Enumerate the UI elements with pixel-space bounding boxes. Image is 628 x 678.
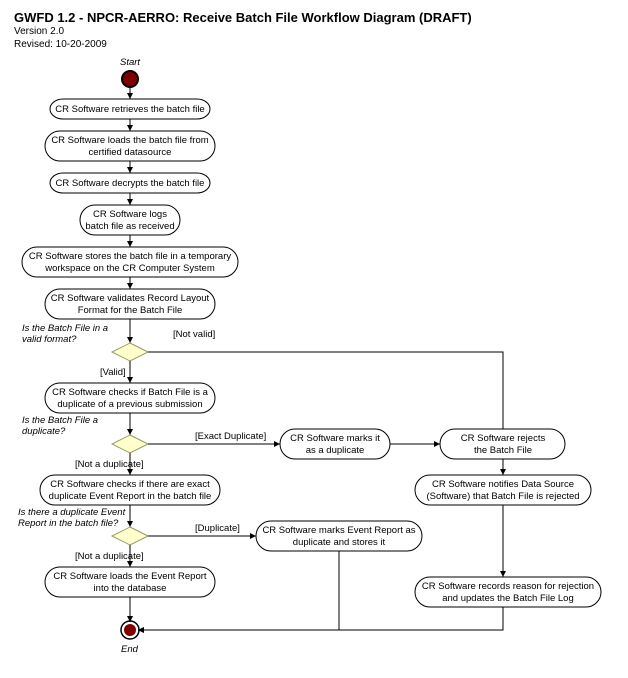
activity-text: CR Software logs — [93, 209, 167, 220]
edge-label-not-dup: [Not a duplicate] — [75, 459, 144, 470]
activity-text: and updates the Batch File Log — [442, 593, 574, 604]
activity-text: CR Software marks Event Report as — [262, 525, 415, 536]
activity-text: duplicate of a previous submission — [57, 399, 202, 410]
activity-text: CR Software stores the batch file in a t… — [29, 251, 231, 262]
workflow-diagram: Start CR Software retrieves the batch fi… — [0, 55, 628, 675]
activity-text: CR Software marks it — [290, 433, 380, 444]
decision-event-dup — [112, 527, 148, 545]
question-duplicate: Is the Batch File a — [22, 415, 98, 426]
decision-duplicate — [112, 435, 148, 453]
activity-text: duplicate and stores it — [293, 537, 386, 548]
activity-text: batch file as received — [85, 221, 174, 232]
revised-label: Revised: 10-20-2009 — [14, 38, 616, 51]
activity-text: CR Software checks if Batch File is a — [52, 387, 208, 398]
activity-text: CR Software loads the Event Report — [53, 571, 206, 582]
activity-text: CR Software decrypts the batch file — [56, 178, 205, 189]
question-duplicate: duplicate? — [22, 426, 66, 437]
decision-valid — [112, 343, 148, 361]
edge-label-exact-dup: [Exact Duplicate] — [195, 431, 266, 442]
question-valid-format: Is the Batch File in a — [22, 323, 108, 334]
activity-text: CR Software notifies Data Source — [432, 479, 574, 490]
activity-text: certified datasource — [89, 147, 172, 158]
activity-text: Format for the Batch File — [78, 305, 183, 316]
activity-text: CR Software checks if there are exact — [50, 479, 210, 490]
activity-text: CR Software rejects — [461, 433, 546, 444]
end-label: End — [121, 644, 139, 655]
start-label: Start — [120, 57, 140, 68]
edge-label-not-dup2: [Not a duplicate] — [75, 551, 144, 562]
edge-label-valid: [Valid] — [100, 367, 126, 378]
edge-label-duplicate: [Duplicate] — [195, 523, 240, 534]
activity-text: as a duplicate — [306, 445, 365, 456]
activity-text: the Batch File — [474, 445, 532, 456]
question-valid-format: valid format? — [22, 334, 77, 345]
edge-label-not-valid: [Not valid] — [173, 329, 215, 340]
activity-text: workspace on the CR Computer System — [44, 263, 215, 274]
activity-text: into the database — [94, 583, 167, 594]
activity-text: CR Software validates Record Layout — [51, 293, 210, 304]
edge — [138, 607, 503, 630]
activity-text: CR Software records reason for rejection — [422, 581, 594, 592]
question-dup-event: Report in the batch file? — [18, 518, 119, 529]
page-title: GWFD 1.2 - NPCR-AERRO: Receive Batch Fil… — [14, 10, 616, 25]
header: GWFD 1.2 - NPCR-AERRO: Receive Batch Fil… — [0, 0, 628, 55]
activity-text: CR Software retrieves the batch file — [55, 104, 204, 115]
activity-text: duplicate Event Report in the batch file — [49, 491, 212, 502]
activity-text: CR Software loads the batch file from — [51, 135, 208, 146]
activity-text: (Software) that Batch File is rejected — [426, 491, 579, 502]
start-node — [122, 71, 138, 87]
version-label: Version 2.0 — [14, 25, 616, 38]
question-dup-event: Is there a duplicate Event — [18, 507, 126, 518]
end-node-inner — [124, 624, 136, 636]
